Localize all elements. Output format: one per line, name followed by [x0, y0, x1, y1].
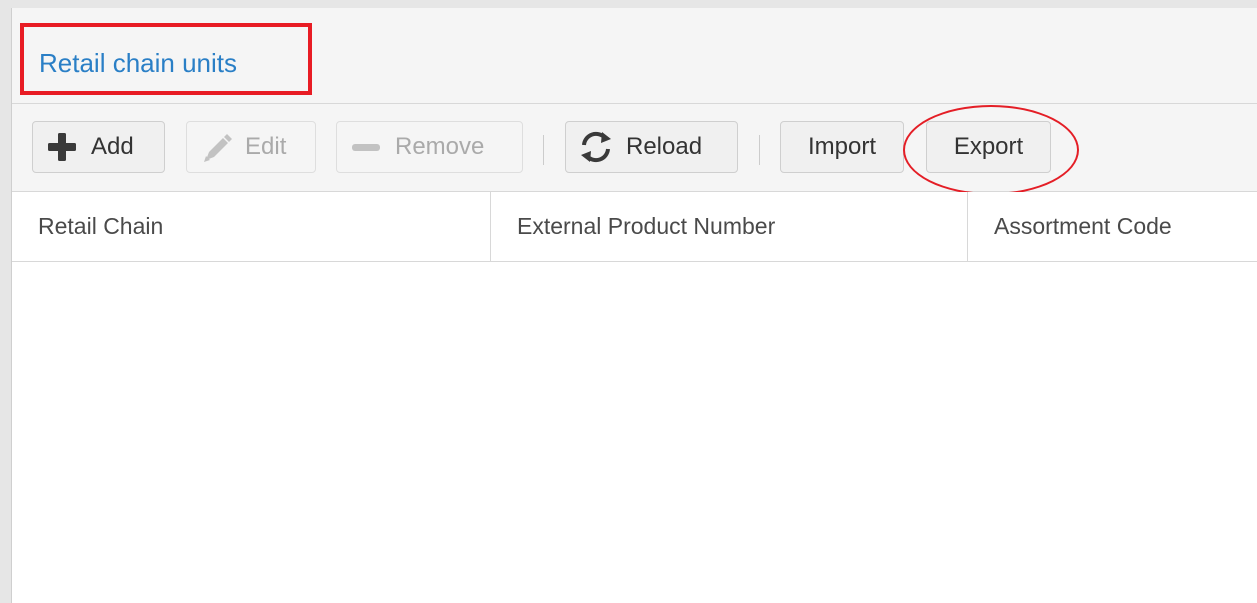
- add-button[interactable]: Add: [32, 121, 165, 173]
- import-button-label: Import: [807, 133, 876, 160]
- grid-body: [12, 262, 1257, 603]
- toolbar-separator: [543, 135, 544, 165]
- toolbar-separator: [759, 135, 760, 165]
- reload-button-label: Reload: [626, 133, 703, 160]
- edit-button-label: Edit: [245, 133, 287, 160]
- panel-header: Retail chain units: [12, 8, 1257, 104]
- minus-icon: [349, 130, 383, 164]
- window-top-border: [0, 0, 1257, 8]
- plus-icon: [45, 130, 79, 164]
- grid-header: Retail Chain External Product Number Ass…: [12, 192, 1257, 262]
- window-left-border: [0, 8, 11, 603]
- import-button[interactable]: Import: [780, 121, 904, 173]
- column-header-assortment-code[interactable]: Assortment Code: [967, 192, 1257, 261]
- add-button-label: Add: [91, 133, 134, 160]
- export-button-label: Export: [953, 133, 1024, 160]
- toolbar: Add Edit Remove Reload Import Export: [12, 104, 1257, 195]
- pencil-icon: [199, 130, 233, 164]
- column-header-external-product-number[interactable]: External Product Number: [490, 192, 967, 261]
- reload-button[interactable]: Reload: [565, 121, 738, 173]
- remove-button-label: Remove: [395, 133, 485, 160]
- refresh-icon: [578, 129, 614, 165]
- remove-button[interactable]: Remove: [336, 121, 523, 173]
- export-button[interactable]: Export: [926, 121, 1051, 173]
- retail-chain-units-panel: Retail chain units Add Edit Remove Reloa…: [11, 8, 1257, 603]
- edit-button[interactable]: Edit: [186, 121, 316, 173]
- column-header-retail-chain[interactable]: Retail Chain: [12, 192, 490, 261]
- title-highlight-annotation: [20, 23, 312, 95]
